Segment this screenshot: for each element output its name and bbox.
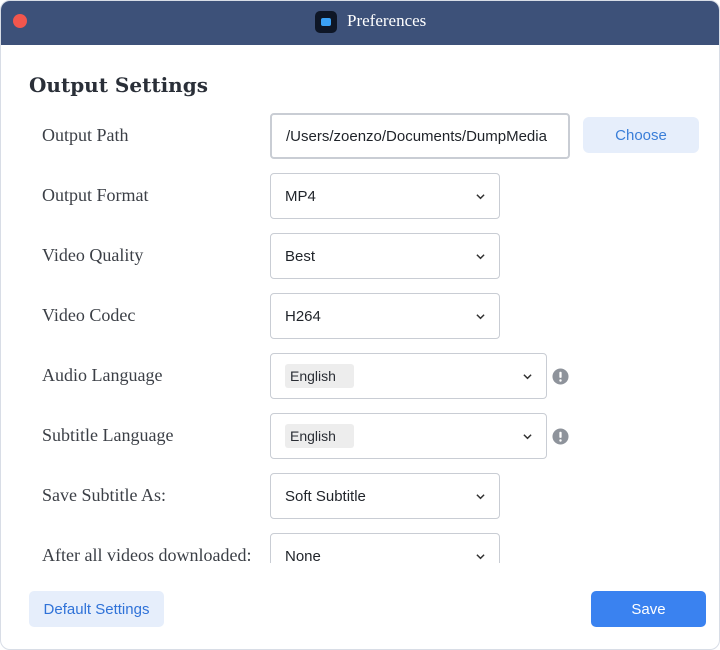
- audio-language-label: Audio Language: [42, 365, 163, 385]
- after-download-label: After all videos downloaded:: [42, 545, 252, 563]
- video-quality-value: Best: [285, 247, 316, 265]
- audio-language-tag: English: [285, 363, 354, 388]
- video-quality-select[interactable]: Best: [270, 233, 500, 279]
- chevron-down-icon: [476, 553, 485, 559]
- close-window-button[interactable]: [13, 14, 27, 28]
- chevron-down-icon: [476, 313, 485, 319]
- info-icon[interactable]: [552, 428, 569, 445]
- title-bar: Preferences: [1, 1, 719, 45]
- output-path-label: Output Path: [42, 125, 129, 145]
- preferences-window: Preferences Output Settings Output Path …: [0, 0, 720, 650]
- scroll-clip: After all videos downloaded: None: [1, 521, 719, 563]
- chevron-down-icon: [476, 253, 485, 259]
- after-download-select[interactable]: None: [270, 533, 500, 563]
- audio-language-select[interactable]: English: [270, 353, 547, 399]
- subtitle-language-tag: English: [285, 423, 354, 448]
- chevron-down-icon: [476, 493, 485, 499]
- default-settings-button[interactable]: Default Settings: [29, 591, 164, 627]
- output-format-value: MP4: [285, 187, 316, 205]
- video-codec-label: Video Codec: [42, 305, 136, 325]
- chevron-down-icon: [476, 193, 485, 199]
- output-path-field[interactable]: /Users/zoenzo/Documents/DumpMedia: [270, 113, 570, 159]
- save-subtitle-as-value: Soft Subtitle: [285, 487, 366, 505]
- window-title: Preferences: [347, 11, 427, 30]
- video-codec-value: H264: [285, 307, 321, 325]
- subtitle-language-label: Subtitle Language: [42, 425, 174, 445]
- choose-button[interactable]: Choose: [583, 117, 699, 153]
- subtitle-language-select[interactable]: English: [270, 413, 547, 459]
- after-download-value: None: [285, 547, 321, 564]
- chevron-down-icon: [523, 373, 532, 379]
- chevron-down-icon: [523, 433, 532, 439]
- info-icon[interactable]: [552, 368, 569, 385]
- output-format-select[interactable]: MP4: [270, 173, 500, 219]
- video-quality-label: Video Quality: [42, 245, 144, 265]
- output-format-label: Output Format: [42, 185, 149, 205]
- app-icon: [315, 11, 337, 33]
- save-subtitle-as-select[interactable]: Soft Subtitle: [270, 473, 500, 519]
- save-subtitle-as-label: Save Subtitle As:: [42, 485, 167, 505]
- video-codec-select[interactable]: H264: [270, 293, 500, 339]
- save-button[interactable]: Save: [591, 591, 706, 627]
- section-title: Output Settings: [29, 73, 208, 97]
